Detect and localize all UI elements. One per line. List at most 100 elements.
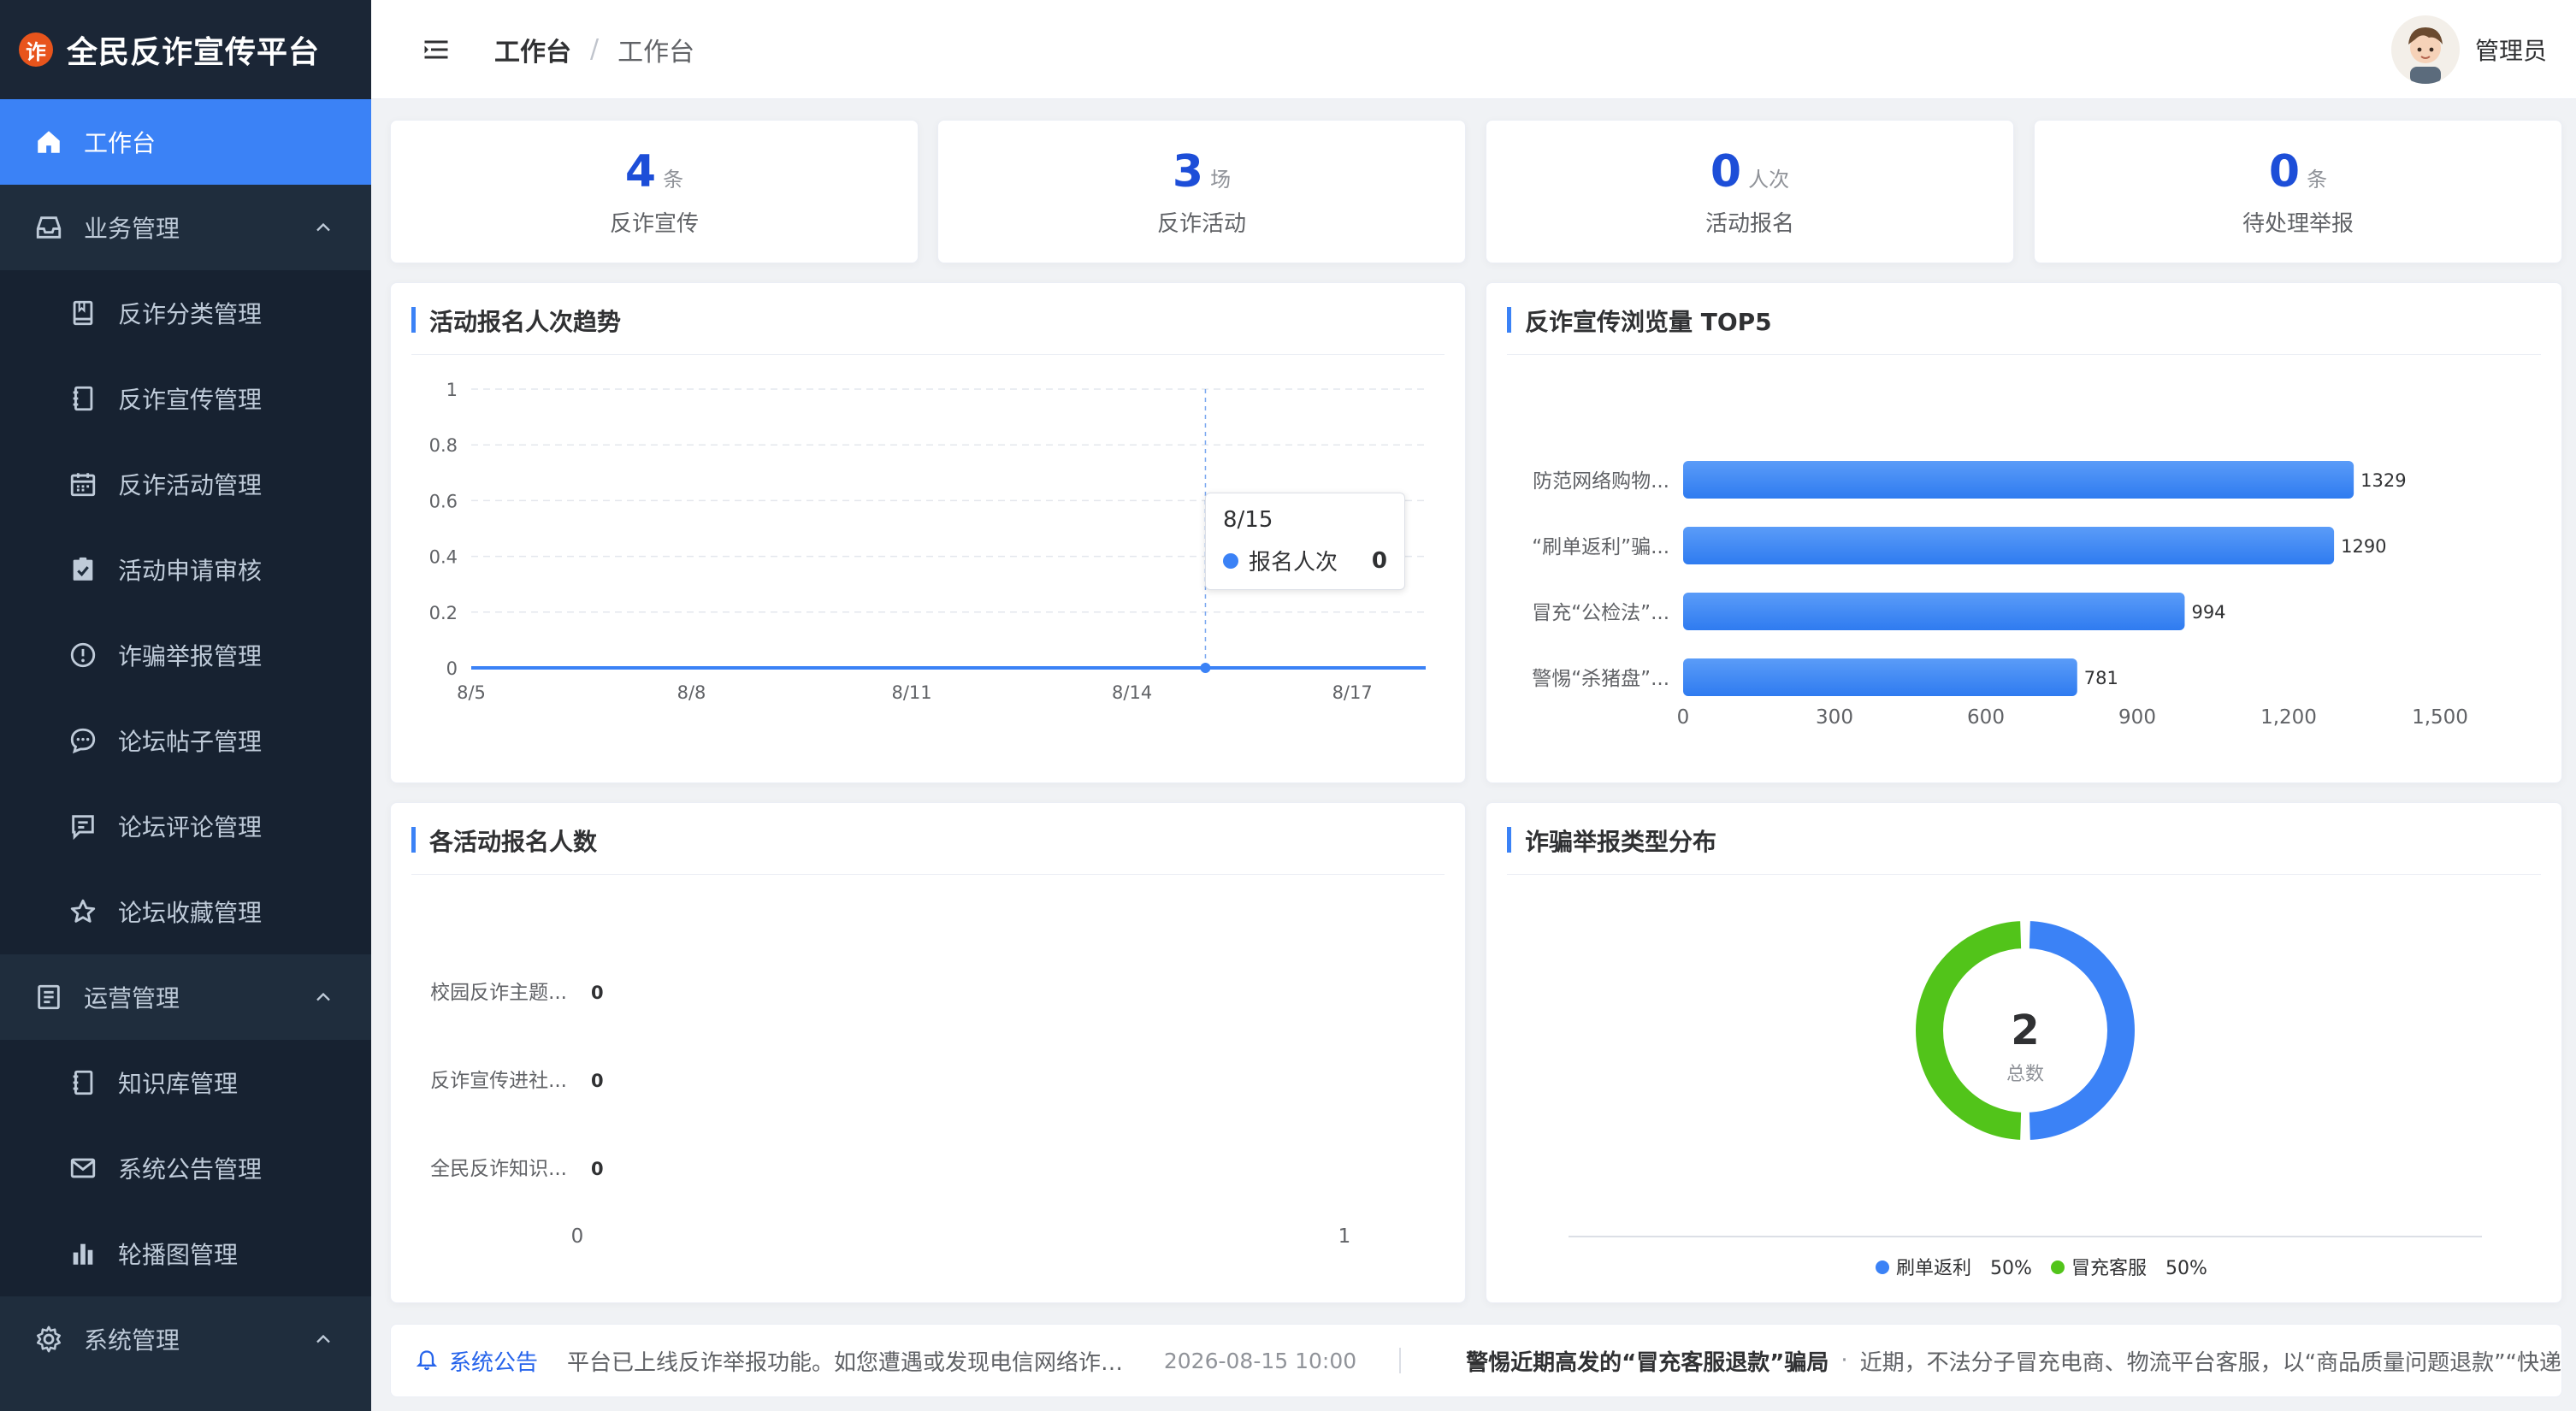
sidebar: 诈 全民反诈宣传平台 工作台业务管理反诈分类管理反诈宣传管理 反诈活动管理 活动申请… bbox=[0, 0, 371, 1411]
activity-bar-chart[interactable]: 校园反诈主题... 0 反诈宣传进社... 0 全民反诈知识... 0 0 1 bbox=[391, 803, 1467, 1304]
stat-card-pending-reports[interactable]: 0条 待处理举报 bbox=[2034, 120, 2562, 263]
chevron-up-icon bbox=[311, 1327, 335, 1351]
sidebar-item-label: 诈骗举报管理 bbox=[118, 642, 263, 670]
avatar[interactable] bbox=[2390, 15, 2460, 84]
notebook-icon bbox=[68, 1068, 97, 1097]
sidebar-item[interactable]: 论坛收藏管理 bbox=[0, 869, 371, 954]
data-point bbox=[1200, 663, 1211, 673]
book-icon bbox=[68, 298, 97, 328]
user-menu[interactable]: 管理员 bbox=[2390, 15, 2547, 84]
legend-percent: 50% bbox=[1990, 1258, 2032, 1279]
sidebar-item[interactable]: 反诈分类管理 bbox=[0, 270, 371, 356]
stat-value: 0 bbox=[2268, 145, 2301, 198]
sidebar-item[interactable]: 系统管理 bbox=[0, 1296, 371, 1382]
announcement-label[interactable]: 系统公告 bbox=[449, 1345, 538, 1377]
data-label: 0 bbox=[591, 1159, 604, 1179]
sidebar-item[interactable]: 诈骗举报管理 bbox=[0, 612, 371, 698]
sidebar-item[interactable]: 轮播图管理 bbox=[0, 1211, 371, 1296]
inbox-icon bbox=[34, 213, 63, 242]
stat-unit: 场 bbox=[1210, 167, 1232, 192]
pie-slice bbox=[1912, 918, 2025, 1143]
sidebar-item-label: 轮播图管理 bbox=[118, 1241, 239, 1269]
announcement-text[interactable]: 近期，不法分子冒充电商、物流平台客服，以“商品质量问题退款”“快递 bbox=[1860, 1345, 2561, 1377]
donut-total-label: 总数 bbox=[2006, 1064, 2044, 1085]
bar bbox=[1683, 658, 2077, 696]
x-tick-label: 8/5 bbox=[457, 682, 486, 703]
stat-label: 活动报名 bbox=[1705, 210, 1794, 237]
gear-icon bbox=[34, 1325, 63, 1354]
sidebar-item[interactable]: 工作台 bbox=[0, 99, 371, 185]
sidebar-item-label: 反诈分类管理 bbox=[118, 300, 263, 328]
stat-unit: 条 bbox=[2307, 167, 2328, 192]
sidebar-item[interactable]: 活动申请审核 bbox=[0, 527, 371, 612]
stat-card-activities[interactable]: 3场 反诈活动 bbox=[937, 120, 1466, 263]
x-tick-label: 8/17 bbox=[1332, 682, 1373, 703]
stat-card-signups[interactable]: 0 人次 活动报名 bbox=[1486, 120, 2014, 263]
sidebar-item-label: 论坛评论管理 bbox=[118, 813, 263, 841]
stat-value: 0 bbox=[1710, 145, 1742, 198]
sidebar-item-label: 论坛收藏管理 bbox=[118, 899, 263, 927]
announcement-text[interactable]: 平台已上线反诈举报功能。如您遭遇或发现电信网络诈骗... bbox=[567, 1345, 1131, 1377]
x-tick-label: 0 bbox=[1677, 706, 1690, 729]
x-tick-label: 8/8 bbox=[677, 682, 706, 703]
tooltip-value: 0 bbox=[1371, 547, 1387, 574]
app-logo[interactable]: 诈 全民反诈宣传平台 bbox=[0, 0, 371, 99]
stat-unit: 人次 bbox=[1748, 167, 1790, 192]
sidebar-item[interactable]: 反诈宣传管理 bbox=[0, 356, 371, 441]
legend-marker bbox=[2051, 1260, 2065, 1274]
stat-value: 4 bbox=[624, 145, 657, 198]
sidebar-item[interactable]: 反诈活动管理 bbox=[0, 441, 371, 527]
category-label: 全民反诈知识... bbox=[430, 1158, 567, 1180]
sidebar-item[interactable]: 运营管理 bbox=[0, 954, 371, 1040]
document-icon bbox=[34, 983, 63, 1012]
breadcrumb-current[interactable]: 工作台 bbox=[494, 31, 571, 68]
y-tick-label: 0.2 bbox=[429, 603, 458, 623]
sidebar-item[interactable]: 业务管理 bbox=[0, 185, 371, 270]
donut-total: 2 bbox=[2011, 1007, 2039, 1054]
divider bbox=[1399, 1348, 1402, 1373]
stat-unit: 条 bbox=[663, 167, 684, 192]
stat-label: 反诈宣传 bbox=[609, 210, 699, 237]
breadcrumb-last: 工作台 bbox=[617, 37, 695, 68]
bar bbox=[1683, 527, 2335, 564]
top5-bar-chart[interactable]: 防范网络购物... 1329 “刷单返利”骗... 1290 冒充“公检法”... 994… bbox=[1486, 283, 2563, 784]
sidebar-item-label: 论坛帖子管理 bbox=[118, 728, 263, 756]
x-tick-label: 0 bbox=[571, 1225, 584, 1248]
chat-icon bbox=[68, 726, 97, 755]
stat-card-propaganda[interactable]: 4条 反诈宣传 bbox=[390, 120, 919, 263]
pie-slice bbox=[2025, 918, 2138, 1143]
sidebar-item-label: 知识库管理 bbox=[118, 1070, 239, 1098]
announcement-bar: 系统公告 平台已上线反诈举报功能。如您遭遇或发现电信网络诈骗... 2026-0… bbox=[390, 1324, 2562, 1397]
sidebar-item-label: 系统管理 bbox=[84, 1326, 180, 1355]
data-label: 0 bbox=[591, 1071, 604, 1091]
stat-label: 待处理举报 bbox=[2242, 210, 2354, 237]
y-tick-label: 0.8 bbox=[429, 435, 458, 456]
sidebar-item-label: 运营管理 bbox=[84, 984, 180, 1012]
mail-icon bbox=[68, 1154, 97, 1183]
sidebar-item[interactable]: 系统公告管理 bbox=[0, 1125, 371, 1211]
x-tick-label: 1 bbox=[1338, 1225, 1351, 1248]
sidebar-item[interactable]: 论坛帖子管理 bbox=[0, 698, 371, 783]
data-label: 1290 bbox=[2341, 536, 2386, 557]
category-label: 防范网络购物... bbox=[1533, 470, 1669, 493]
announcement-title[interactable]: 警惕近期高发的“冒充客服退款”骗局 bbox=[1466, 1345, 1829, 1377]
dot-separator: · bbox=[1840, 1348, 1848, 1373]
app-title: 全民反诈宣传平台 bbox=[67, 35, 321, 70]
tooltip-date: 8/15 bbox=[1223, 507, 1273, 533]
username: 管理员 bbox=[2474, 37, 2547, 65]
calendar-icon bbox=[68, 469, 97, 499]
report-type-panel: 诈骗举报类型分布 2 总数 刷单返利 50% 冒充客服 50% bbox=[1486, 802, 2562, 1303]
donut-chart[interactable]: 2 总数刷单返利 50% 冒充客服 50% bbox=[1486, 803, 2563, 1304]
tooltip-series: 报名人次 bbox=[1249, 550, 1338, 576]
x-tick-label: 600 bbox=[1967, 706, 2005, 729]
notebook-icon bbox=[68, 384, 97, 413]
announcement-date: 2026-08-15 10:00 bbox=[1163, 1348, 1357, 1373]
category-label: 冒充“公检法”... bbox=[1532, 602, 1669, 624]
sidebar-item[interactable]: 论坛评论管理 bbox=[0, 783, 371, 869]
y-tick-label: 0 bbox=[446, 658, 458, 679]
menu-toggle-icon[interactable] bbox=[421, 34, 452, 65]
data-label: 781 bbox=[2084, 668, 2118, 688]
sidebar-item-label: 业务管理 bbox=[84, 215, 180, 243]
y-tick-label: 1 bbox=[446, 380, 458, 400]
sidebar-item[interactable]: 知识库管理 bbox=[0, 1040, 371, 1125]
